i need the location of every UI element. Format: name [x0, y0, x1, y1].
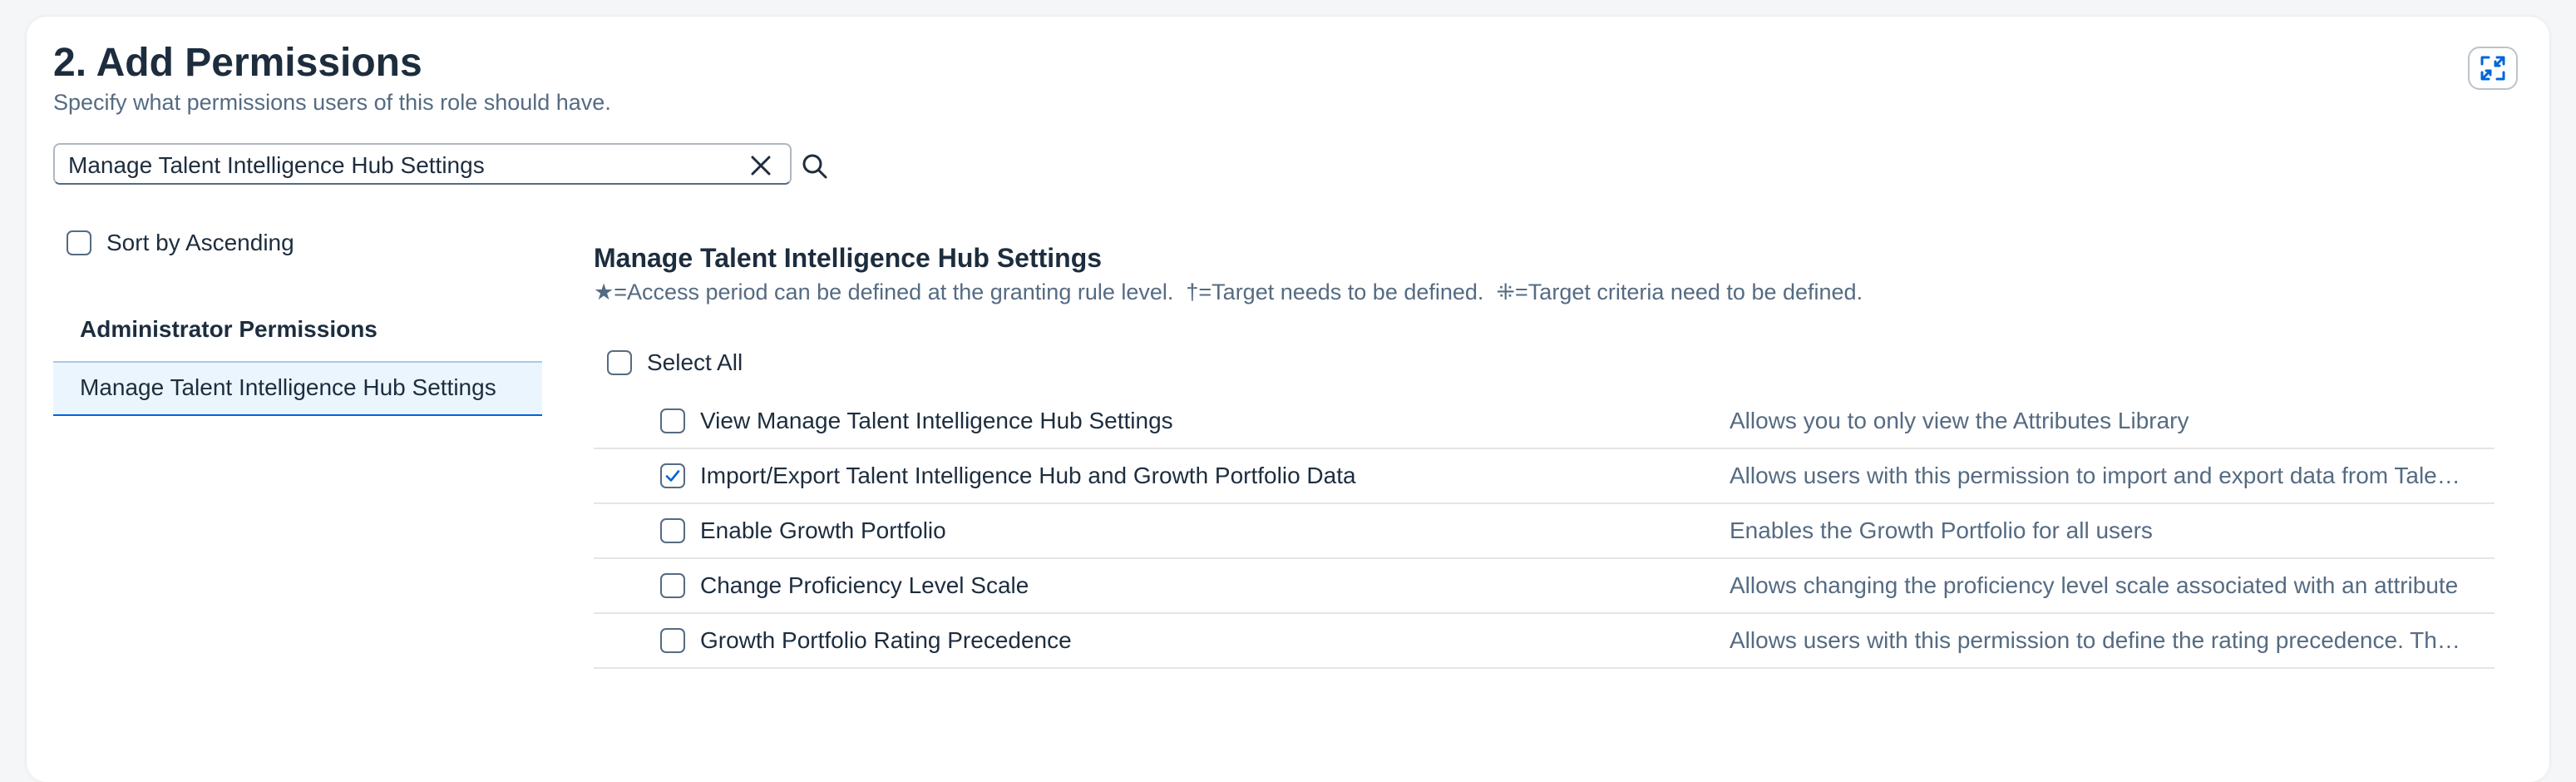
- permission-checkbox[interactable]: [660, 408, 685, 433]
- permission-name: Enable Growth Portfolio: [700, 517, 946, 543]
- permission-checkbox[interactable]: [660, 518, 685, 543]
- permission-row: View Manage Talent Intelligence Hub Sett…: [594, 394, 2495, 449]
- sidebar-item-manage-talent-intelligence-hub-settings[interactable]: Manage Talent Intelligence Hub Settings: [53, 361, 542, 416]
- sort-ascending-checkbox[interactable]: [67, 230, 91, 255]
- permission-row: Import/Export Talent Intelligence Hub an…: [594, 449, 2495, 504]
- permission-description: Allows you to only view the Attributes L…: [1730, 408, 2189, 433]
- permission-row: Change Proficiency Level Scale Allows ch…: [594, 559, 2495, 614]
- permission-description: Enables the Growth Portfolio for all use…: [1730, 517, 2153, 543]
- permission-description: Allows changing the proficiency level sc…: [1730, 572, 2459, 598]
- permission-description: Allows users with this permission to imp…: [1730, 463, 2470, 488]
- permission-checkbox[interactable]: [660, 463, 685, 488]
- close-icon[interactable]: [750, 155, 772, 176]
- search-icon[interactable]: [802, 153, 828, 180]
- select-all-label: Select All: [647, 349, 743, 375]
- permission-name: Growth Portfolio Rating Precedence: [700, 627, 1072, 653]
- page-subtitle: Specify what permissions users of this r…: [53, 90, 611, 115]
- permission-group-title: Administrator Permissions: [80, 316, 378, 342]
- sort-ascending-label: Sort by Ascending: [106, 230, 294, 255]
- permission-legend: ★=Access period can be defined at the gr…: [594, 280, 1863, 304]
- permission-row: Enable Growth Portfolio Enables the Grow…: [594, 504, 2495, 559]
- permission-name: View Manage Talent Intelligence Hub Sett…: [700, 408, 1173, 433]
- select-all-toggle[interactable]: Select All: [607, 349, 743, 376]
- fullscreen-button[interactable]: [2468, 47, 2518, 90]
- permission-search-field: [53, 143, 827, 185]
- page-title: 2. Add Permissions: [53, 41, 422, 85]
- select-all-checkbox[interactable]: [607, 350, 632, 375]
- permission-name: Import/Export Talent Intelligence Hub an…: [700, 463, 1356, 488]
- permission-checkbox[interactable]: [660, 628, 685, 653]
- checkmark-icon: [665, 470, 680, 482]
- section-title: Manage Talent Intelligence Hub Settings: [594, 243, 1103, 273]
- permission-list: View Manage Talent Intelligence Hub Sett…: [594, 394, 2495, 669]
- sort-ascending-toggle[interactable]: Sort by Ascending: [67, 230, 294, 256]
- permission-row: Growth Portfolio Rating Precedence Allow…: [594, 614, 2495, 669]
- permission-description: Allows users with this permission to def…: [1730, 627, 2470, 653]
- permission-checkbox[interactable]: [660, 573, 685, 598]
- search-input[interactable]: [67, 150, 735, 181]
- permission-name: Change Proficiency Level Scale: [700, 572, 1029, 598]
- sidebar-item-label: Manage Talent Intelligence Hub Settings: [80, 374, 496, 400]
- exit-full-screen-icon: [2480, 56, 2505, 81]
